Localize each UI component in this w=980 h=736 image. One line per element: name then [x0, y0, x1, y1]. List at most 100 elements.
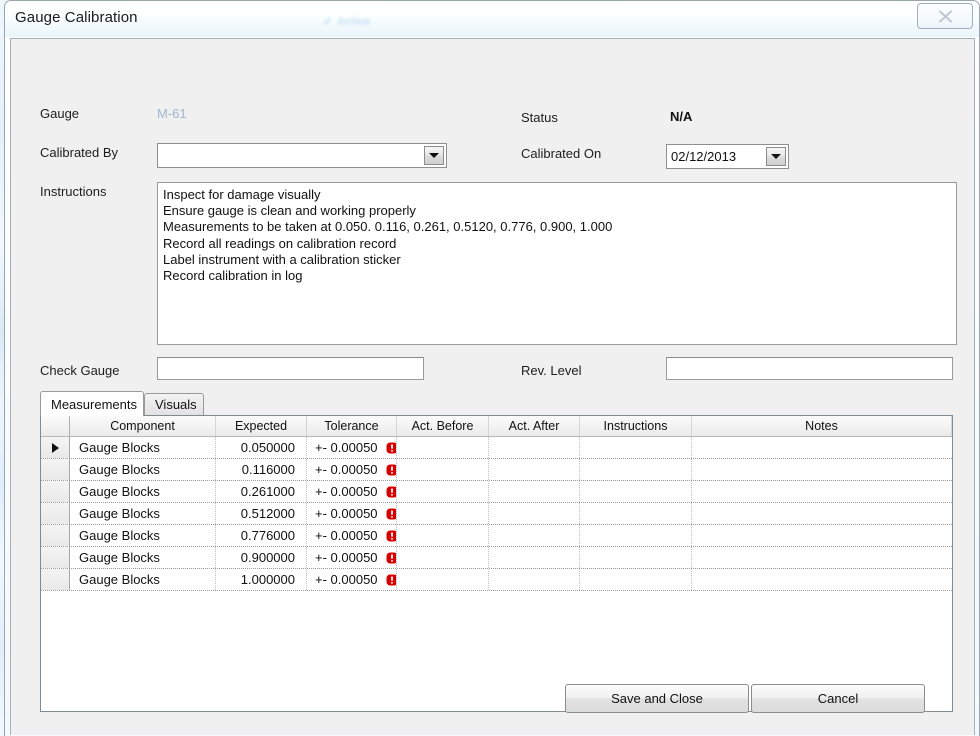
save-and-close-label: Save and Close: [611, 691, 703, 706]
check-gauge-input[interactable]: [157, 357, 424, 380]
cell-expected[interactable]: 0.050000: [216, 437, 307, 458]
cell-act-before[interactable]: [397, 525, 489, 546]
cell-tolerance[interactable]: +- 0.00050: [307, 569, 397, 590]
table-row[interactable]: Gauge Blocks 0.050000 +- 0.00050: [41, 437, 952, 459]
rev-level-input[interactable]: [666, 357, 953, 380]
cell-act-before[interactable]: [397, 459, 489, 480]
cell-act-before[interactable]: [397, 503, 489, 524]
grid-header-act-after[interactable]: Act. After: [489, 416, 580, 436]
cell-notes[interactable]: [692, 459, 952, 480]
calibrated-by-combobox[interactable]: [157, 143, 447, 168]
table-row[interactable]: Gauge Blocks 0.776000 +- 0.00050: [41, 525, 952, 547]
table-row[interactable]: Gauge Blocks 0.261000 +- 0.00050: [41, 481, 952, 503]
cell-tolerance[interactable]: +- 0.00050: [307, 503, 397, 524]
grid-header-tolerance[interactable]: Tolerance: [307, 416, 397, 436]
cell-notes[interactable]: [692, 503, 952, 524]
table-row[interactable]: Gauge Blocks 0.116000 +- 0.00050: [41, 459, 952, 481]
tab-visuals[interactable]: Visuals: [144, 393, 204, 415]
row-selector-cell[interactable]: [41, 503, 70, 524]
error-exclamation-icon[interactable]: [386, 552, 396, 564]
cell-act-before[interactable]: [397, 569, 489, 590]
error-exclamation-icon[interactable]: [386, 442, 396, 454]
cell-component[interactable]: Gauge Blocks: [70, 547, 216, 568]
cell-expected-text: 1.000000: [240, 572, 295, 587]
save-and-close-button[interactable]: Save and Close: [565, 684, 749, 713]
error-exclamation-icon[interactable]: [386, 486, 396, 498]
row-selector-cell[interactable]: [41, 525, 70, 546]
cell-act-after[interactable]: [489, 503, 580, 524]
table-row[interactable]: Gauge Blocks 0.512000 +- 0.00050: [41, 503, 952, 525]
table-row[interactable]: Gauge Blocks 0.900000 +- 0.00050: [41, 547, 952, 569]
cell-expected[interactable]: 0.116000: [216, 459, 307, 480]
grid-header-expected[interactable]: Expected: [216, 416, 307, 436]
calibrated-by-dropdown-button[interactable]: [424, 146, 444, 165]
cell-act-after[interactable]: [489, 459, 580, 480]
cell-instructions[interactable]: [580, 569, 692, 590]
cell-instructions[interactable]: [580, 525, 692, 546]
cell-act-after[interactable]: [489, 525, 580, 546]
error-exclamation-icon[interactable]: [386, 508, 396, 520]
cell-instructions[interactable]: [580, 503, 692, 524]
grid-header-rowselector: [41, 416, 70, 436]
cell-expected[interactable]: 0.900000: [216, 547, 307, 568]
row-selector-cell[interactable]: [41, 547, 70, 568]
row-selector-cell[interactable]: [41, 481, 70, 502]
calibrated-on-dropdown-button[interactable]: [766, 147, 786, 166]
calibrated-on-value: 02/12/2013: [671, 149, 737, 164]
chevron-down-icon: [771, 154, 781, 159]
cell-component[interactable]: Gauge Blocks: [70, 569, 216, 590]
cell-instructions[interactable]: [580, 481, 692, 502]
cell-notes[interactable]: [692, 525, 952, 546]
cell-component[interactable]: Gauge Blocks: [70, 481, 216, 502]
error-exclamation-icon[interactable]: [386, 574, 396, 586]
row-selector-cell[interactable]: [41, 569, 70, 590]
gauge-label: Gauge: [40, 106, 80, 121]
cell-expected[interactable]: 1.000000: [216, 569, 307, 590]
cell-act-before[interactable]: [397, 437, 489, 458]
cell-act-before[interactable]: [397, 481, 489, 502]
cell-notes[interactable]: [692, 481, 952, 502]
table-row[interactable]: Gauge Blocks 1.000000 +- 0.00050: [41, 569, 952, 591]
cell-tolerance[interactable]: +- 0.00050: [307, 525, 397, 546]
cell-act-after[interactable]: [489, 481, 580, 502]
cell-tolerance[interactable]: +- 0.00050: [307, 481, 397, 502]
cell-instructions[interactable]: [580, 459, 692, 480]
cell-tolerance-text: +- 0.00050: [315, 506, 378, 521]
cell-expected[interactable]: 0.512000: [216, 503, 307, 524]
cell-act-after[interactable]: [489, 547, 580, 568]
error-exclamation-icon[interactable]: [386, 464, 396, 476]
cell-tolerance[interactable]: +- 0.00050: [307, 547, 397, 568]
chevron-down-icon: [429, 153, 439, 158]
cell-instructions[interactable]: [580, 547, 692, 568]
error-exclamation-icon[interactable]: [386, 530, 396, 542]
cell-act-before[interactable]: [397, 547, 489, 568]
cell-tolerance-text: +- 0.00050: [315, 440, 378, 455]
cell-act-after[interactable]: [489, 437, 580, 458]
cell-act-after[interactable]: [489, 569, 580, 590]
cell-tolerance[interactable]: +- 0.00050: [307, 437, 397, 458]
cell-component[interactable]: Gauge Blocks: [70, 503, 216, 524]
measurements-grid[interactable]: Component Expected Tolerance Act. Before…: [40, 415, 953, 712]
calibrated-on-datepicker[interactable]: 02/12/2013: [666, 144, 789, 169]
cell-notes[interactable]: [692, 437, 952, 458]
tab-measurements[interactable]: Measurements: [40, 391, 144, 416]
cell-component[interactable]: Gauge Blocks: [70, 459, 216, 480]
cell-component[interactable]: Gauge Blocks: [70, 525, 216, 546]
grid-header-notes[interactable]: Notes: [692, 416, 952, 436]
cell-expected[interactable]: 0.776000: [216, 525, 307, 546]
cell-notes[interactable]: [692, 547, 952, 568]
cell-component[interactable]: Gauge Blocks: [70, 437, 216, 458]
cell-expected[interactable]: 0.261000: [216, 481, 307, 502]
grid-header-component[interactable]: Component: [70, 416, 216, 436]
close-button[interactable]: [917, 3, 973, 29]
cancel-button[interactable]: Cancel: [751, 684, 925, 713]
row-selector-cell[interactable]: [41, 437, 70, 458]
grid-header-instructions[interactable]: Instructions: [580, 416, 692, 436]
grid-header-act-before[interactable]: Act. Before: [397, 416, 489, 436]
cell-tolerance[interactable]: +- 0.00050: [307, 459, 397, 480]
row-selector-cell[interactable]: [41, 459, 70, 480]
cell-instructions[interactable]: [580, 437, 692, 458]
instructions-textarea[interactable]: Inspect for damage visually Ensure gauge…: [157, 182, 957, 345]
cell-expected-text: 0.512000: [240, 506, 295, 521]
cell-notes[interactable]: [692, 569, 952, 590]
